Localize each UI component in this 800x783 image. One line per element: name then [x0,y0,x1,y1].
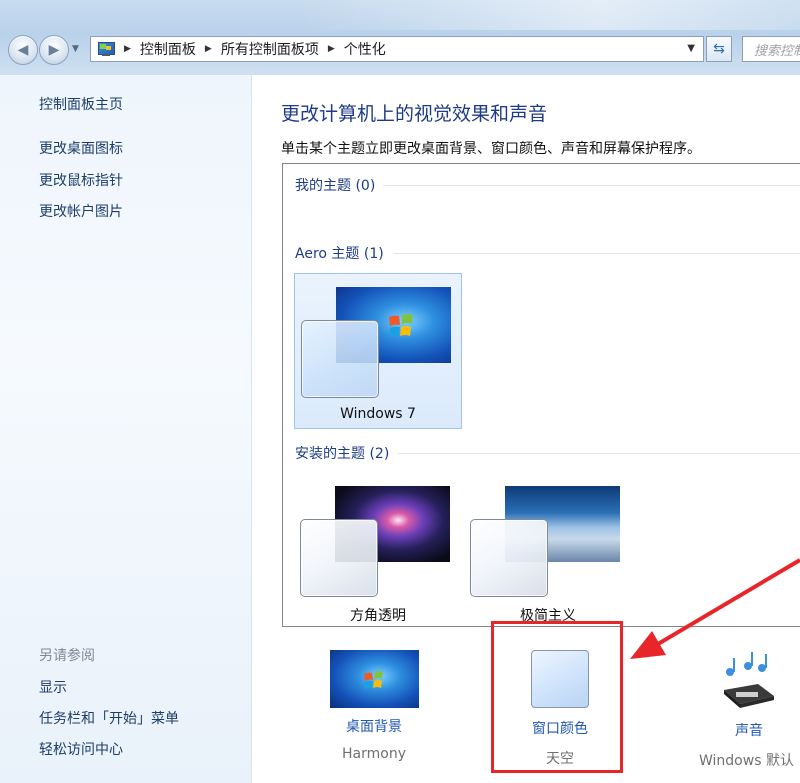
breadcrumb-separator-icon[interactable]: ▶ [205,44,212,54]
search-input[interactable]: 搜索控制 [742,36,800,62]
group-divider [398,453,800,454]
refresh-icon: ⇆ [713,41,725,57]
theme-name: 方角透明 [350,608,406,624]
sidebar-link-home[interactable]: 控制面板主页 [39,94,123,114]
address-bar[interactable]: ▶ 控制面板 ▶ 所有控制面板项 ▶ 个性化 ▼ [90,36,704,62]
group-divider [383,185,800,186]
group-my-themes: 我的主题 (0) [295,178,376,194]
control-panel-icon [97,41,115,57]
theme-name: Windows 7 [340,406,416,422]
desktop-background-thumbnail [329,650,419,708]
sidebar-link-mouse-pointer[interactable]: 更改鼠标指针 [39,170,123,190]
fangjiao-window-color-preview [300,519,378,597]
theme-fangjiao-touming[interactable]: 方角透明 [294,473,462,629]
sounds-button[interactable]: 声音 Windows 默认 [699,650,800,770]
see-also-ease-of-access[interactable]: 轻松访问中心 [39,739,123,759]
group-divider [393,253,800,254]
theme-windows7[interactable]: Windows 7 [294,273,462,429]
desktop-background-button[interactable]: 桌面背景 Harmony [327,650,421,762]
sidebar: 控制面板主页 更改桌面图标 更改鼠标指针 更改帐户图片 另请参阅 显示 任务栏和… [0,75,252,783]
recent-pages-dropdown[interactable]: ▼ [72,44,79,54]
windows-logo-icon [363,671,383,689]
back-button[interactable]: ◀ [8,35,38,65]
group-installed-themes: 安装的主题 (2) [295,446,390,462]
breadcrumb-personalization[interactable]: 个性化 [344,39,386,59]
sidebar-link-account-picture[interactable]: 更改帐户图片 [39,201,123,221]
sounds-label[interactable]: 声音 [699,720,800,740]
breadcrumb-all-items[interactable]: 所有控制面板项 [221,39,319,59]
breadcrumb-separator-icon: ▶ [124,44,131,54]
aero-glass-highlight [300,0,800,30]
forward-arrow-icon: ▶ [48,42,60,58]
theme-list: 我的主题 (0) Aero 主题 (1) Windows 7 安装的主题 (2)… [282,163,800,627]
back-arrow-icon: ◀ [17,42,29,58]
group-aero-themes: Aero 主题 (1) [295,246,384,262]
sidebar-link-desktop-icons[interactable]: 更改桌面图标 [39,138,123,158]
theme-jijian-zhuyi[interactable]: 极简主义 [464,473,632,629]
breadcrumb-separator-icon[interactable]: ▶ [328,44,335,54]
address-dropdown-icon[interactable]: ▼ [687,43,695,54]
breadcrumb-control-panel[interactable]: 控制面板 [140,39,196,59]
windows7-window-color-preview [301,320,379,398]
desktop-background-value: Harmony [342,746,406,762]
refresh-button[interactable]: ⇆ [706,36,732,62]
jijian-window-color-preview [470,519,548,597]
see-also-display[interactable]: 显示 [39,677,67,697]
title-address-bar: ◀ ▶ ▼ ▶ 控制面板 ▶ 所有控制面板项 ▶ 个性化 ▼ ⇆ 搜索控制 [0,0,800,75]
desktop-background-label[interactable]: 桌面背景 [327,716,421,736]
forward-button[interactable]: ▶ [39,35,69,65]
sounds-value: Windows 默认 [699,753,794,769]
breadcrumb: ▶ 控制面板 ▶ 所有控制面板项 ▶ 个性化 [115,39,386,59]
sound-speaker-icon [724,652,774,708]
see-also-taskbar[interactable]: 任务栏和「开始」菜单 [39,708,179,728]
highlight-box [491,621,623,773]
page-title: 更改计算机上的视觉效果和声音 [281,103,548,125]
page-description: 单击某个主题立即更改桌面背景、窗口颜色、声音和屏幕保护程序。 [281,141,701,157]
see-also-title: 另请参阅 [39,648,95,664]
